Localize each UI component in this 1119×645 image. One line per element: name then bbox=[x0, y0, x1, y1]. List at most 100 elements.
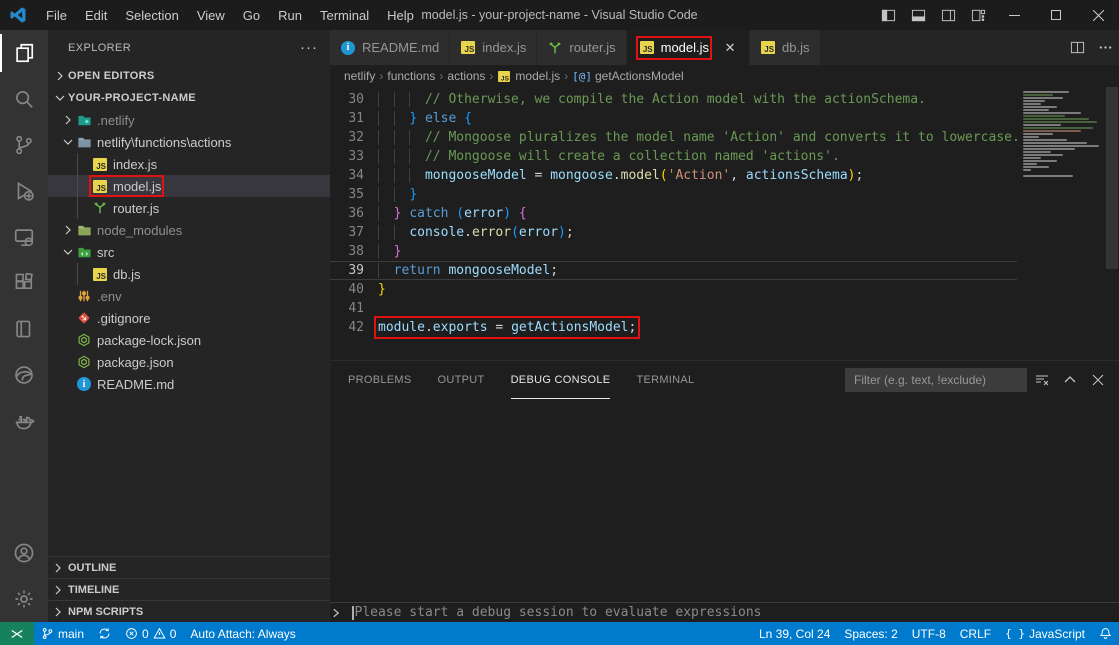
code-line-42[interactable]: 42module.exports = getActionsModel; bbox=[330, 318, 1017, 337]
tree-item-db.js[interactable]: JSdb.js bbox=[48, 263, 330, 285]
customize-layout-icon[interactable] bbox=[963, 0, 993, 30]
tree-item-index.js[interactable]: JSindex.js bbox=[48, 153, 330, 175]
code-line-36[interactable]: 36 } catch (error) { bbox=[330, 204, 1017, 223]
panel-tab-terminal[interactable]: TERMINAL bbox=[636, 362, 694, 399]
status-git-branch[interactable]: main bbox=[34, 622, 91, 645]
code-line-35[interactable]: 35 } bbox=[330, 185, 1017, 204]
minimap[interactable] bbox=[1017, 87, 1105, 360]
editor-scrollbar[interactable] bbox=[1105, 87, 1119, 360]
status-problems[interactable]: 00 bbox=[118, 622, 183, 645]
activity-search[interactable] bbox=[0, 76, 48, 122]
panel-tab-problems[interactable]: PROBLEMS bbox=[348, 362, 412, 399]
error-icon bbox=[125, 627, 138, 640]
debug-console-input[interactable]: Please start a debug session to evaluate… bbox=[330, 602, 1119, 622]
close-button[interactable] bbox=[1077, 0, 1119, 30]
tab-model.js[interactable]: JSmodel.js✕ bbox=[627, 30, 749, 65]
close-panel-icon[interactable] bbox=[1085, 367, 1111, 393]
menu-run[interactable]: Run bbox=[269, 0, 311, 30]
menu-terminal[interactable]: Terminal bbox=[311, 0, 378, 30]
panel-tab-debug-console[interactable]: DEBUG CONSOLE bbox=[511, 362, 611, 399]
folder-node-icon bbox=[76, 222, 92, 238]
activity-edge-tools[interactable] bbox=[0, 352, 48, 398]
toggle-sidebar-icon[interactable] bbox=[873, 0, 903, 30]
open-editors-section[interactable]: OPEN EDITORS bbox=[48, 65, 330, 87]
activity-run-and-debug[interactable] bbox=[0, 168, 48, 214]
toggle-panel-icon[interactable] bbox=[903, 0, 933, 30]
code-editor[interactable]: 30 // Otherwise, we compile the Action m… bbox=[330, 87, 1119, 360]
activity-remote-explorer[interactable] bbox=[0, 214, 48, 260]
breadcrumb-model.js[interactable]: JSmodel.js bbox=[497, 69, 560, 83]
status-eol[interactable]: CRLF bbox=[953, 622, 998, 645]
activity-docker[interactable] bbox=[0, 398, 48, 444]
menu-view[interactable]: View bbox=[188, 0, 234, 30]
code-line-31[interactable]: 31 } else { bbox=[330, 109, 1017, 128]
activity-settings[interactable] bbox=[0, 576, 48, 622]
code-line-33[interactable]: 33 // Mongoose will create a collection … bbox=[330, 147, 1017, 166]
toggle-secondary-sidebar-icon[interactable] bbox=[933, 0, 963, 30]
code-line-39[interactable]: 39 return mongooseModel; bbox=[330, 261, 1017, 280]
tab-index.js[interactable]: JSindex.js bbox=[450, 30, 536, 65]
status-feedback[interactable] bbox=[1092, 622, 1119, 645]
breadcrumb-netlify[interactable]: netlify bbox=[344, 69, 375, 83]
breadcrumb-getactionsmodel[interactable]: [@]getActionsModel bbox=[572, 69, 684, 83]
chevron-right-icon bbox=[48, 604, 68, 620]
activity-notebook[interactable] bbox=[0, 306, 48, 352]
menu-edit[interactable]: Edit bbox=[76, 0, 116, 30]
code-line-37[interactable]: 37 console.error(error); bbox=[330, 223, 1017, 242]
remote-indicator[interactable] bbox=[0, 622, 34, 645]
tree-item-your-project-name[interactable]: YOUR-PROJECT-NAME bbox=[48, 87, 330, 109]
minimize-button[interactable] bbox=[993, 0, 1035, 30]
code-line-40[interactable]: 40} bbox=[330, 280, 1017, 299]
section-npm-scripts[interactable]: NPM SCRIPTS bbox=[48, 600, 330, 622]
sidebar-more-actions[interactable]: ··· bbox=[300, 39, 318, 56]
close-tab-icon[interactable]: ✕ bbox=[721, 40, 739, 56]
activity-source-control[interactable] bbox=[0, 122, 48, 168]
activity-extensions[interactable] bbox=[0, 260, 48, 306]
filter-icon[interactable] bbox=[1029, 367, 1055, 393]
breadcrumb-functions[interactable]: functions bbox=[387, 69, 435, 83]
tab-db.js[interactable]: JSdb.js bbox=[750, 30, 819, 65]
code-line-38[interactable]: 38 } bbox=[330, 242, 1017, 261]
status-cursor-position[interactable]: Ln 39, Col 24 bbox=[752, 622, 837, 645]
status-auto-attach[interactable]: Auto Attach: Always bbox=[183, 622, 302, 645]
code-line-30[interactable]: 30 // Otherwise, we compile the Action m… bbox=[330, 90, 1017, 109]
breadcrumb-actions[interactable]: actions bbox=[447, 69, 485, 83]
code-line-34[interactable]: 34 mongooseModel = mongoose.model('Actio… bbox=[330, 166, 1017, 185]
tree-item-model.js[interactable]: JSmodel.js bbox=[48, 175, 330, 197]
maximize-panel-icon[interactable] bbox=[1057, 367, 1083, 393]
tree-item-router.js[interactable]: router.js bbox=[48, 197, 330, 219]
menu-help[interactable]: Help bbox=[378, 0, 423, 30]
menu-go[interactable]: Go bbox=[234, 0, 269, 30]
debug-filter-input[interactable]: Filter (e.g. text, !exclude) bbox=[845, 368, 1027, 392]
tree-item-label: package.json bbox=[97, 355, 174, 370]
code-line-32[interactable]: 32 // Mongoose pluralizes the model name… bbox=[330, 128, 1017, 147]
activity-accounts[interactable] bbox=[0, 530, 48, 576]
tree-item-.env[interactable]: .env bbox=[48, 285, 330, 307]
menu-file[interactable]: File bbox=[37, 0, 76, 30]
status-sync[interactable] bbox=[91, 622, 118, 645]
tree-item-readme.md[interactable]: iREADME.md bbox=[48, 373, 330, 395]
status-indentation[interactable]: Spaces: 2 bbox=[837, 622, 904, 645]
tree-item-netlify-functions-actions[interactable]: netlify\functions\actions bbox=[48, 131, 330, 153]
file-tree: YOUR-PROJECT-NAME.netlifynetlify\functio… bbox=[48, 87, 330, 395]
tab-router.js[interactable]: router.js bbox=[537, 30, 625, 65]
tree-item-package.json[interactable]: package.json bbox=[48, 351, 330, 373]
section-timeline[interactable]: TIMELINE bbox=[48, 578, 330, 600]
tree-item-.gitignore[interactable]: .gitignore bbox=[48, 307, 330, 329]
panel-tab-output[interactable]: OUTPUT bbox=[438, 362, 485, 399]
menu-selection[interactable]: Selection bbox=[116, 0, 187, 30]
section-outline[interactable]: OUTLINE bbox=[48, 556, 330, 578]
status-encoding[interactable]: UTF-8 bbox=[905, 622, 953, 645]
split-editor-icon[interactable] bbox=[1063, 30, 1091, 65]
maximize-button[interactable] bbox=[1035, 0, 1077, 30]
tree-item-package-lock.json[interactable]: package-lock.json bbox=[48, 329, 330, 351]
js-icon: JS bbox=[460, 40, 476, 56]
tree-item-src[interactable]: src bbox=[48, 241, 330, 263]
status-language-mode[interactable]: { }JavaScript bbox=[998, 622, 1092, 645]
tree-item-.netlify[interactable]: .netlify bbox=[48, 109, 330, 131]
editor-more-actions-icon[interactable] bbox=[1091, 30, 1119, 65]
tree-item-node-modules[interactable]: node_modules bbox=[48, 219, 330, 241]
code-line-41[interactable]: 41 bbox=[330, 299, 1017, 318]
activity-explorer[interactable] bbox=[0, 30, 48, 76]
tab-readme.md[interactable]: iREADME.md bbox=[330, 30, 449, 65]
